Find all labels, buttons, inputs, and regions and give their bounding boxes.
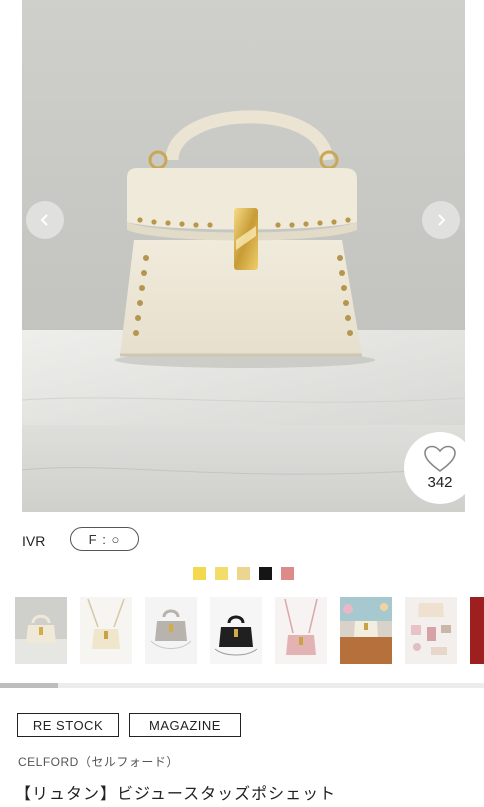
color-swatches: [193, 567, 294, 580]
color-code: IVR: [22, 533, 46, 549]
thumbnail-black-bag[interactable]: [210, 597, 262, 664]
heart-outline-icon: [424, 445, 456, 472]
like-count: 342: [427, 474, 453, 491]
thumbnail-gray-bag[interactable]: [145, 597, 197, 664]
product-main-image[interactable]: [22, 0, 465, 512]
thumbnail-cream-bag-strap[interactable]: [80, 597, 132, 664]
swatch-beige[interactable]: [237, 567, 250, 580]
scrollbar-thumb[interactable]: [0, 683, 58, 688]
product-title: 【リュタン】ビジュースタッズポシェット: [15, 786, 337, 803]
thumbnail-red-bag[interactable]: [470, 597, 484, 664]
thumbnail-pink-bag-strap[interactable]: [275, 597, 327, 664]
swatch-black[interactable]: [259, 567, 272, 580]
swatch-light-yellow[interactable]: [215, 567, 228, 580]
chevron-right-icon: [438, 214, 446, 226]
thumbnail-bag-on-table[interactable]: [340, 597, 392, 664]
bag-photo: [22, 0, 465, 512]
restock-tag[interactable]: RE STOCK: [17, 713, 119, 737]
thumbnail-ivory-bag[interactable]: [15, 597, 67, 664]
brand-name[interactable]: CELFORD（セルフォード）: [18, 753, 179, 770]
thumbnail-bag-contents[interactable]: [405, 597, 457, 664]
swatch-yellow[interactable]: [193, 567, 206, 580]
size-option[interactable]: F : ○: [70, 527, 139, 551]
chevron-left-icon: [40, 214, 48, 226]
thumbnail-scrollbar[interactable]: [0, 683, 484, 688]
swatch-pink[interactable]: [281, 567, 294, 580]
thumbnail-strip: [15, 597, 484, 664]
next-image-button[interactable]: [422, 201, 460, 239]
magazine-tag[interactable]: MAGAZINE: [129, 713, 241, 737]
prev-image-button[interactable]: [26, 201, 64, 239]
like-button[interactable]: 342: [404, 432, 476, 504]
tag-row: RE STOCK MAGAZINE: [17, 713, 241, 737]
